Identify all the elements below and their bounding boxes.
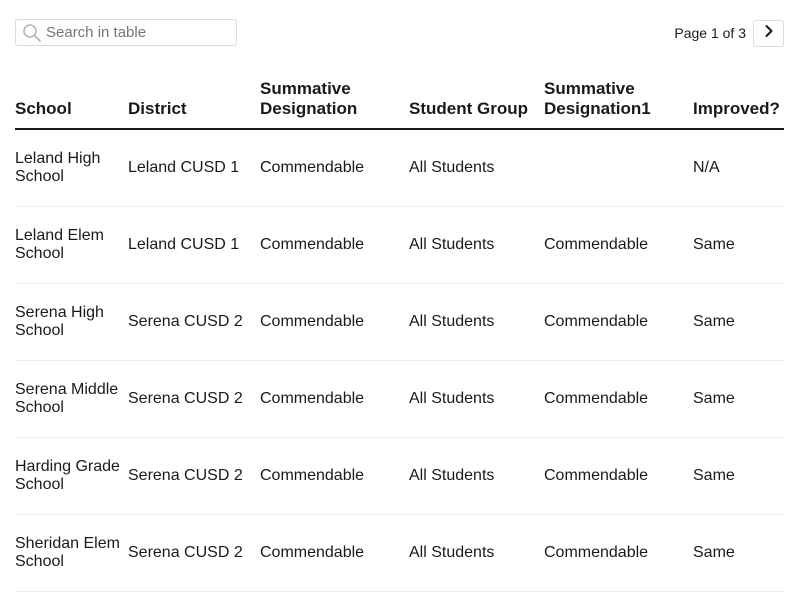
cell-improved: Same: [693, 206, 784, 284]
search-box[interactable]: [15, 19, 237, 46]
cell-text: Commendable: [544, 467, 649, 484]
data-table: School District Summative Designation St…: [15, 70, 784, 592]
cell-text: Same: [693, 236, 735, 253]
cell-text: Commendable: [260, 390, 365, 407]
cell-text: Serena CUSD 2: [128, 390, 243, 407]
cell-text: Leland High School: [15, 150, 101, 185]
cell-student-group: All Students: [409, 514, 544, 592]
cell-student-group: All Students: [409, 283, 544, 361]
table-row: Sheridan Elem School Serena CUSD 2 Comme…: [15, 514, 784, 592]
cell-text: All Students: [409, 159, 495, 176]
cell-text: Leland CUSD 1: [128, 159, 240, 176]
cell-improved: Same: [693, 514, 784, 592]
cell-summative-designation1: Commendable: [544, 437, 693, 515]
cell-school: Serena Middle School: [15, 360, 128, 438]
cell-text: All Students: [409, 544, 495, 561]
table-row: Serena High School Serena CUSD 2 Commend…: [15, 283, 784, 361]
cell-summative-designation: Commendable: [260, 283, 409, 361]
cell-student-group: All Students: [409, 360, 544, 438]
cell-text: Commendable: [260, 544, 365, 561]
cell-text: N/A: [693, 159, 720, 176]
table-row: Leland Elem School Leland CUSD 1 Commend…: [15, 206, 784, 284]
column-header-improved[interactable]: Improved?: [693, 70, 784, 130]
cell-text: Commendable: [260, 467, 365, 484]
column-header-student-group[interactable]: Student Group: [409, 70, 544, 130]
cell-school: Harding Grade School: [15, 437, 128, 515]
cell-district: Leland CUSD 1: [128, 206, 260, 284]
cell-summative-designation1: Commendable: [544, 283, 693, 361]
cell-summative-designation: Commendable: [260, 206, 409, 284]
cell-text: Commendable: [260, 236, 365, 253]
cell-summative-designation: Commendable: [260, 129, 409, 207]
column-header-summative-designation[interactable]: Summative Designation: [260, 70, 409, 130]
page-indicator: Page 1 of 3: [674, 25, 746, 41]
cell-text: Same: [693, 390, 735, 407]
cell-text: Serena CUSD 2: [128, 313, 243, 330]
cell-improved: N/A: [693, 129, 784, 207]
cell-school: Leland High School: [15, 129, 128, 207]
cell-student-group: All Students: [409, 437, 544, 515]
cell-text: Commendable: [260, 159, 365, 176]
cell-improved: Same: [693, 360, 784, 438]
cell-text: Same: [693, 467, 735, 484]
cell-text: Commendable: [544, 390, 649, 407]
cell-school: Leland Elem School: [15, 206, 128, 284]
cell-text: Commendable: [544, 544, 649, 561]
cell-text: Same: [693, 544, 735, 561]
cell-text: All Students: [409, 313, 495, 330]
cell-summative-designation1: Commendable: [544, 360, 693, 438]
cell-text: All Students: [409, 390, 495, 407]
cell-student-group: All Students: [409, 206, 544, 284]
cell-student-group: All Students: [409, 129, 544, 207]
cell-text: Same: [693, 313, 735, 330]
cell-district: Serena CUSD 2: [128, 514, 260, 592]
cell-improved: Same: [693, 283, 784, 361]
cell-summative-designation1: [544, 129, 693, 207]
pagination: Page 1 of 3: [674, 19, 784, 47]
search-icon: [21, 22, 43, 44]
cell-district: Serena CUSD 2: [128, 360, 260, 438]
chevron-right-icon: [764, 24, 774, 43]
cell-text: Serena CUSD 2: [128, 544, 243, 561]
cell-summative-designation: Commendable: [260, 437, 409, 515]
cell-district: Serena CUSD 2: [128, 437, 260, 515]
column-header-summative-designation1[interactable]: Summative Designation1: [544, 70, 693, 130]
column-header-district[interactable]: District: [128, 70, 260, 130]
table-row: Leland High School Leland CUSD 1 Commend…: [15, 129, 784, 207]
cell-district: Leland CUSD 1: [128, 129, 260, 207]
cell-text: Commendable: [544, 313, 649, 330]
cell-text: Commendable: [544, 236, 649, 253]
column-header-school[interactable]: School: [15, 70, 128, 130]
cell-district: Serena CUSD 2: [128, 283, 260, 361]
cell-summative-designation: Commendable: [260, 360, 409, 438]
cell-text: Serena High School: [15, 304, 104, 339]
table-row: Serena Middle School Serena CUSD 2 Comme…: [15, 360, 784, 438]
cell-text: Sheridan Elem School: [15, 535, 120, 570]
cell-summative-designation1: Commendable: [544, 514, 693, 592]
cell-text: Serena Middle School: [15, 381, 119, 416]
cell-text: Leland Elem School: [15, 227, 104, 262]
cell-text: All Students: [409, 236, 495, 253]
search-input[interactable]: [46, 24, 226, 41]
cell-school: Serena High School: [15, 283, 128, 361]
cell-text: Commendable: [260, 313, 365, 330]
cell-text: Serena CUSD 2: [128, 467, 243, 484]
header-row: School District Summative Designation St…: [15, 70, 784, 130]
cell-improved: Same: [693, 437, 784, 515]
next-page-button[interactable]: [753, 19, 784, 47]
cell-school: Sheridan Elem School: [15, 514, 128, 592]
cell-text: All Students: [409, 467, 495, 484]
table-row: Harding Grade School Serena CUSD 2 Comme…: [15, 437, 784, 515]
cell-text: Harding Grade School: [15, 458, 120, 493]
cell-summative-designation: Commendable: [260, 514, 409, 592]
cell-summative-designation1: Commendable: [544, 206, 693, 284]
cell-text: Leland CUSD 1: [128, 236, 240, 253]
